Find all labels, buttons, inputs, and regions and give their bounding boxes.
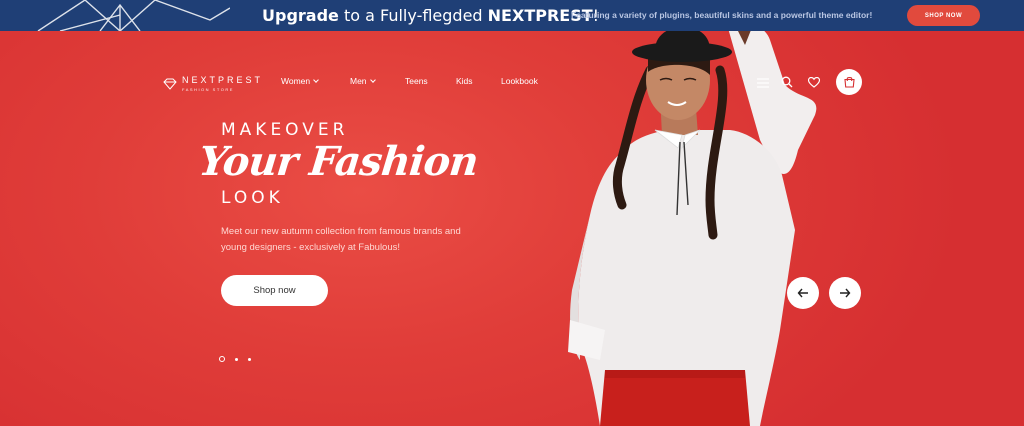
hero-headline: Your Fashion: [196, 138, 481, 185]
slide-dot-2[interactable]: [235, 357, 238, 361]
promo-subtitle: Featuring a variety of plugins, beautifu…: [571, 10, 873, 20]
hero-tail: LOOK: [221, 188, 284, 208]
promo-shop-now-button[interactable]: SHOP NOW: [907, 5, 980, 26]
logo-text: NEXTPREST FASHION STORE: [182, 75, 264, 93]
chevron-down-icon: [369, 76, 376, 83]
chevron-down-icon: [313, 76, 319, 83]
cart-icon: [843, 76, 855, 88]
prev-slide-button[interactable]: [787, 277, 819, 309]
promo-banner: Upgrade to a Fully-flegded NEXTPREST! Fe…: [0, 0, 1024, 31]
nav-item-men[interactable]: Men: [350, 76, 376, 86]
promo-title: Upgrade to a Fully-flegded NEXTPREST!: [262, 6, 599, 25]
cart-button[interactable]: [836, 69, 862, 95]
arrow-right-icon: [840, 288, 851, 298]
logo[interactable]: NEXTPREST FASHION STORE: [163, 76, 263, 92]
shop-now-button[interactable]: Shop now: [221, 275, 328, 306]
slide-dot-1[interactable]: [219, 356, 225, 362]
nav-item-women[interactable]: Women: [281, 76, 319, 86]
next-slide-button[interactable]: [829, 277, 861, 309]
nav-label: Kids: [456, 76, 473, 86]
model-photo: [568, 31, 817, 426]
nav-label: Lookbook: [501, 76, 538, 86]
promo-middle: to a Fully-flegded: [338, 6, 488, 25]
promo-prefix: Upgrade: [262, 6, 339, 25]
diamond-icon: [163, 78, 177, 90]
hero-eyebrow: MAKEOVER: [221, 120, 349, 140]
nav-item-kids[interactable]: Kids: [456, 76, 473, 86]
nav-label: Teens: [405, 76, 428, 86]
slide-dot-3[interactable]: [248, 357, 251, 361]
arrow-left-icon: [797, 288, 808, 298]
logo-tagline: FASHION STORE: [182, 87, 234, 92]
hero-slider: NEXTPREST FASHION STORE Women Men Teens …: [0, 31, 1024, 426]
nav-label: Men: [350, 76, 367, 86]
heart-icon[interactable]: [808, 77, 820, 88]
geometric-pattern-icon: [37, 0, 230, 31]
hero-description: Meet our new autumn collection from famo…: [221, 226, 461, 253]
nav-item-teens[interactable]: Teens: [405, 76, 428, 86]
nav-label: Women: [281, 76, 311, 86]
nav-item-lookbook[interactable]: Lookbook: [501, 76, 538, 86]
logo-main: NEXTPREST: [182, 75, 264, 85]
menu-icon[interactable]: [757, 78, 769, 88]
search-icon[interactable]: [781, 76, 793, 88]
slide-pagination: [219, 356, 251, 362]
